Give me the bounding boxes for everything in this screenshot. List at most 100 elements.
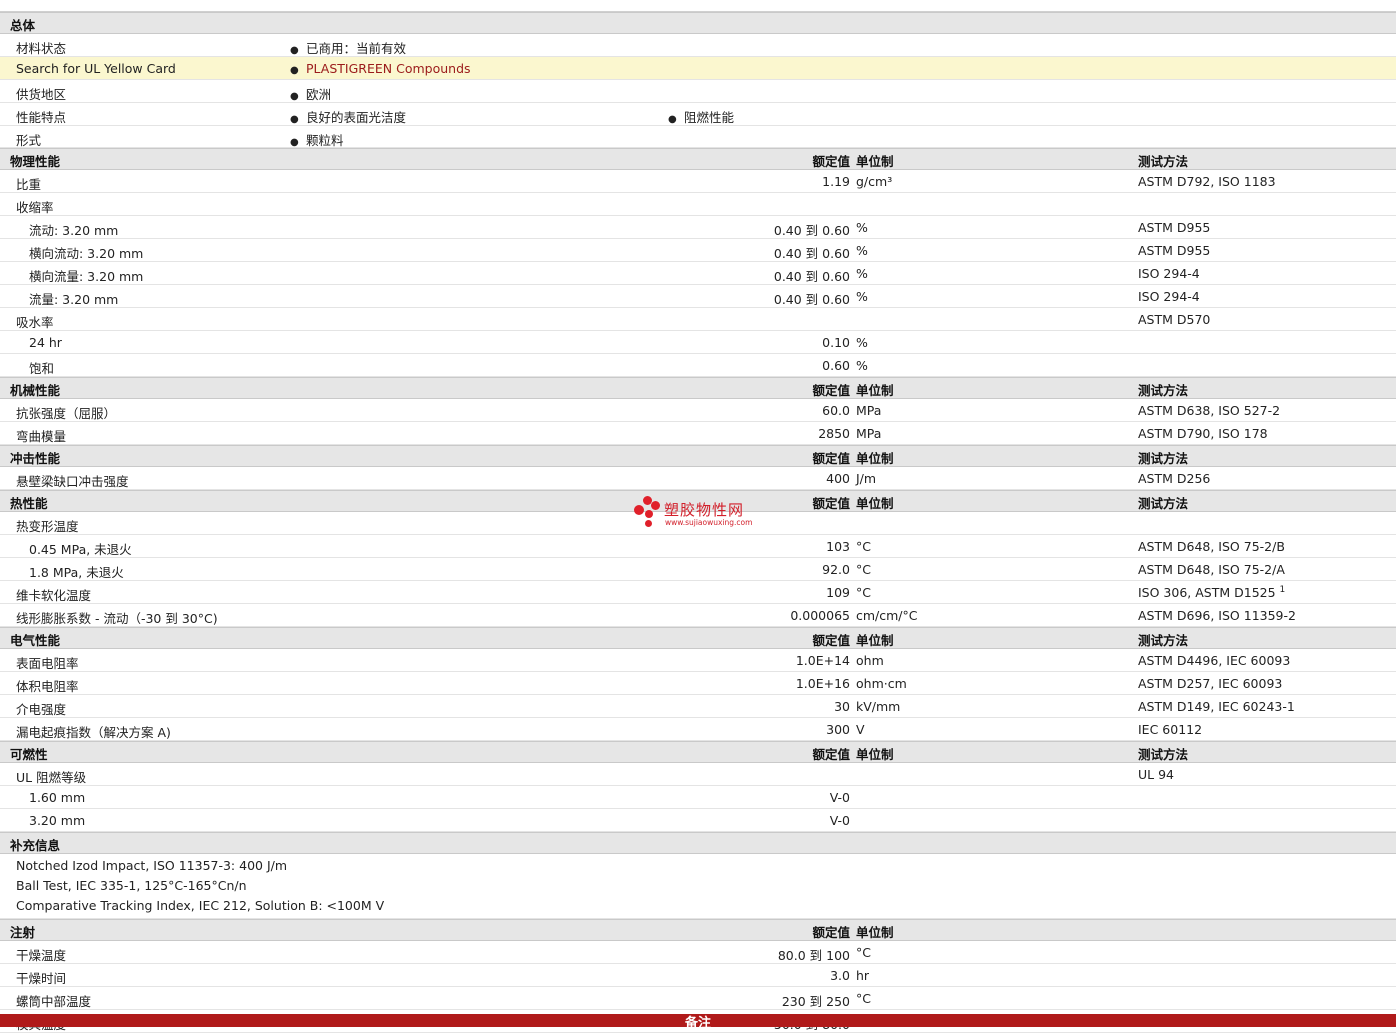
note-line: Comparative Tracking Index, IEC 212, Sol… <box>16 898 385 913</box>
header-method: 测试方法 <box>1138 747 1189 762</box>
property-row: 悬壁梁缺口冲击强度 400 J/m ASTM D256 <box>0 467 1396 490</box>
header-value: 额定值 <box>812 496 850 511</box>
property-unit: J/m <box>856 471 877 486</box>
property-value: 1.0E+14 <box>795 653 850 668</box>
method-text: UL 94 <box>1138 767 1174 782</box>
header-method: 测试方法 <box>1138 154 1189 169</box>
property-value: 230 到 250 <box>781 994 850 1009</box>
method-text: ASTM D792, ISO 1183 <box>1138 174 1276 189</box>
header-method: 测试方法 <box>1138 496 1189 511</box>
bullet-item: ● 颗粒料 <box>290 133 344 148</box>
property-label: 体积电阻率 <box>16 679 79 694</box>
property-row: 表面电阻率 1.0E+14 ohm ASTM D4496, IEC 60093 <box>0 649 1396 672</box>
method-text: ISO 294-4 <box>1138 266 1200 281</box>
property-value: 92.0 <box>822 562 850 577</box>
property-row: 螺筒中部温度 230 到 250 °C <box>0 987 1396 1010</box>
method-text: IEC 60112 <box>1138 722 1203 737</box>
property-label: 横向流量: 3.20 mm <box>29 269 144 284</box>
watermark-logo: 塑胶物性网 www.sujiaowuxing.com <box>634 496 774 530</box>
property-row: 抗张强度（屈服） 60.0 MPa ASTM D638, ISO 527-2 <box>0 399 1396 422</box>
property-value: 60.0 <box>822 403 850 418</box>
property-method: ASTM D648, ISO 75-2/B <box>1138 539 1285 554</box>
section-general: 总体 <box>0 12 1396 34</box>
property-method: ASTM D638, ISO 527-2 <box>1138 403 1280 418</box>
header-unit: 单位制 <box>856 633 894 648</box>
method-text: ASTM D648, ISO 75-2/A <box>1138 562 1285 577</box>
property-method: ASTM D570 <box>1138 312 1210 327</box>
property-label: 24 hr <box>29 335 62 350</box>
property-label: 表面电阻率 <box>16 656 79 671</box>
property-unit: ohm·cm <box>856 676 907 691</box>
property-label: 螺筒中部温度 <box>16 994 92 1009</box>
property-label: 弯曲模量 <box>16 429 67 444</box>
property-label: 维卡软化温度 <box>16 588 92 603</box>
method-text: ASTM D638, ISO 527-2 <box>1138 403 1281 418</box>
property-value: 0.40 到 0.60 <box>773 292 850 307</box>
property-row: 弯曲模量 2850 MPa ASTM D790, ISO 178 <box>0 422 1396 445</box>
header-value: 额定值 <box>812 154 850 169</box>
property-label: 1.8 MPa, 未退火 <box>29 565 124 580</box>
property-row: 比重 1.19 g/cm³ ASTM D792, ISO 1183 <box>0 170 1396 193</box>
row-material-status: 材料状态 ● 已商用：当前有效 <box>0 34 1396 57</box>
property-row: 干燥温度 80.0 到 100 °C <box>0 941 1396 964</box>
property-label: 横向流动: 3.20 mm <box>29 246 144 261</box>
property-unit: °C <box>856 539 871 554</box>
ul-yellow-card-link[interactable]: ● PLASTIGREEN Compounds <box>290 61 471 76</box>
property-row: 体积电阻率 1.0E+16 ohm·cm ASTM D257, IEC 60093 <box>0 672 1396 695</box>
header-unit: 单位制 <box>856 496 894 511</box>
property-label: 0.45 MPa, 未退火 <box>29 542 132 557</box>
row-ul-yellow-card: Search for UL Yellow Card ● PLASTIGREEN C… <box>0 57 1396 80</box>
header-method: 测试方法 <box>1138 383 1189 398</box>
property-label: 介电强度 <box>16 702 67 717</box>
property-value: 0.60 <box>822 358 850 373</box>
property-value: 0.10 <box>822 335 850 350</box>
property-label: 收缩率 <box>16 200 54 215</box>
section-title: 注射 <box>10 925 36 940</box>
header-method: 测试方法 <box>1138 633 1189 648</box>
note-line: Ball Test, IEC 335-1, 125°C-165°Cn/n <box>16 878 247 893</box>
method-text: ASTM D570 <box>1138 312 1211 327</box>
header-unit: 单位制 <box>856 383 894 398</box>
property-unit: % <box>856 220 868 235</box>
section-electrical: 电气性能 额定值 单位制 测试方法 <box>0 627 1396 649</box>
section-title: 总体 <box>10 18 36 33</box>
property-unit: V <box>856 722 865 737</box>
property-method: ISO 294-4 <box>1138 266 1200 281</box>
method-text: ASTM D648, ISO 75-2/B <box>1138 539 1285 554</box>
bullet-item: ● 阻燃性能 <box>668 110 735 125</box>
property-unit: MPa <box>856 403 882 418</box>
row-region: 供货地区 ● 欧洲 <box>0 80 1396 103</box>
property-row: 流动: 3.20 mm 0.40 到 0.60% ASTM D955 <box>0 216 1396 239</box>
watermark-name: 塑胶物性网 <box>664 501 745 519</box>
property-method: ASTM D4496, IEC 60093 <box>1138 653 1290 668</box>
method-text: ASTM D149, IEC 60243-1 <box>1138 699 1295 714</box>
property-label: 吸水率 <box>16 315 54 330</box>
property-unit: g/cm³ <box>856 174 893 189</box>
method-text: ISO 306, ASTM D1525 <box>1138 585 1276 601</box>
section-title: 物理性能 <box>10 154 61 169</box>
section-title: 电气性能 <box>10 633 61 648</box>
method-text: ISO 294-4 <box>1138 289 1200 304</box>
header-value: 额定值 <box>812 925 850 940</box>
property-method: ASTM D257, IEC 60093 <box>1138 676 1282 691</box>
top-spacer <box>0 0 1396 12</box>
row-label: 材料状态 <box>16 41 67 56</box>
property-method: ASTM D256 <box>1138 471 1210 486</box>
property-method: ASTM D792, ISO 1183 <box>1138 174 1276 189</box>
property-method: UL 94 <box>1138 767 1174 782</box>
property-method: ISO 294-4 <box>1138 289 1200 304</box>
header-unit: 单位制 <box>856 747 894 762</box>
property-value: 30 <box>834 699 850 714</box>
property-label: 流动: 3.20 mm <box>29 223 119 238</box>
property-label: 干燥温度 <box>16 948 67 963</box>
property-label: 抗张强度（屈服） <box>16 406 117 421</box>
property-value: 3.0 <box>830 968 850 983</box>
property-value: 300 <box>826 722 850 737</box>
property-row: 1.60 mm V-0 <box>0 786 1396 809</box>
property-label: 饱和 <box>29 361 55 376</box>
property-unit: °C <box>856 562 871 577</box>
property-unit: % <box>856 358 868 373</box>
property-value: 109 <box>826 585 850 600</box>
property-unit: cm/cm/°C <box>856 608 918 623</box>
section-title: 冲击性能 <box>10 451 61 466</box>
